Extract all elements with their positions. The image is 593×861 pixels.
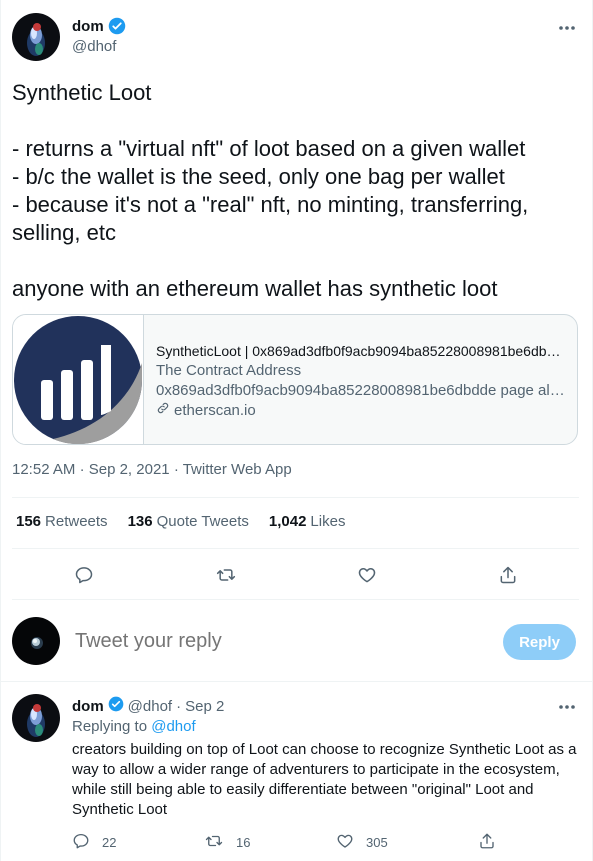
retweets-label: Retweets [45,513,108,530]
replying-to: Replying to @dhof [72,718,196,735]
reply-date[interactable]: Sep 2 [185,698,224,715]
link-card[interactable]: SyntheticLoot | 0x869ad3dfb0f9acb9094ba8… [12,314,578,445]
card-domain-row: etherscan.io [156,401,565,421]
like-count: 305 [366,835,388,850]
card-thumbnail [13,315,144,444]
retweet-count: 16 [236,835,251,850]
likes-label: Likes [310,513,346,530]
retweets-stat[interactable]: 156 Retweets [16,513,108,530]
divider [12,599,579,600]
reply-reply-button[interactable]: 22 [72,832,116,853]
divider [0,681,593,682]
retweet-icon[interactable] [214,563,238,587]
link-icon [156,401,170,421]
card-description-line2: 0x869ad3dfb0f9acb9094ba85228008981be6dbd… [156,382,565,399]
reply-count: 22 [102,835,117,850]
replying-to-handle[interactable]: @dhof [151,718,195,735]
retweets-count: 156 [16,513,42,530]
reply-text: creators building on top of Loot can cho… [72,741,577,818]
reply-retweet-button[interactable]: 16 [204,832,250,853]
more-icon[interactable] [557,18,577,38]
reply-action-bar: 22 16 305 [72,832,512,852]
like-icon[interactable] [355,563,379,587]
tweet-stats: 156 Retweets 136 Quote Tweets 1,042 Likes [16,513,345,530]
etherscan-logo-icon [14,316,143,444]
reply-icon[interactable] [72,563,96,587]
author-name[interactable]: dom [72,17,126,35]
more-icon[interactable] [557,697,577,717]
quote-tweets-count: 136 [127,513,153,530]
separator: · [176,697,182,715]
card-title: SyntheticLoot | 0x869ad3dfb0f9acb9094ba8… [156,343,565,359]
author-handle[interactable]: @dhof [72,38,116,55]
reply-author-avatar[interactable] [12,694,60,742]
replying-to-label: Replying to [72,718,148,735]
tweet-text: Synthetic Loot - returns a "virtual nft"… [12,80,529,301]
likes-count: 1,042 [268,513,307,530]
tweet-action-bar [0,560,593,590]
tweet-date[interactable]: Sep 2, 2021 [89,461,170,478]
tweet-time[interactable]: 12:52 AM [12,461,75,478]
reply-input[interactable] [75,630,375,653]
quote-tweets-stat[interactable]: 136 Quote Tweets [128,513,249,530]
reply-share-button[interactable] [478,832,496,853]
share-icon[interactable] [478,832,496,853]
reply-author-handle[interactable]: @dhof [128,698,172,715]
reply-icon[interactable] [72,832,90,853]
share-icon[interactable] [496,563,520,587]
separator: · [79,461,85,478]
my-avatar[interactable] [12,617,60,665]
card-description-line1: The Contract Address [156,362,302,379]
verified-badge-icon [108,17,126,35]
separator: · [173,461,179,478]
author-name-text[interactable]: dom [72,18,104,35]
reply-like-button[interactable]: 305 [336,832,388,853]
reply-button[interactable]: Reply [503,624,576,660]
reply-header: dom @dhof · Sep 2 [72,696,224,716]
quote-tweets-label: Quote Tweets [156,513,249,530]
verified-badge-icon [108,696,124,716]
divider [12,497,579,498]
divider [12,548,579,549]
tweet-client[interactable]: Twitter Web App [183,461,292,478]
retweet-icon[interactable] [204,832,224,853]
card-domain: etherscan.io [174,402,256,419]
card-body: SyntheticLoot | 0x869ad3dfb0f9acb9094ba8… [144,315,577,444]
likes-stat[interactable]: 1,042 Likes [269,513,346,530]
like-icon[interactable] [336,832,354,853]
reply-author-name[interactable]: dom [72,698,104,715]
author-avatar[interactable] [12,13,60,61]
tweet-timestamp: 12:52 AM · Sep 2, 2021 · Twitter Web App [12,461,292,478]
